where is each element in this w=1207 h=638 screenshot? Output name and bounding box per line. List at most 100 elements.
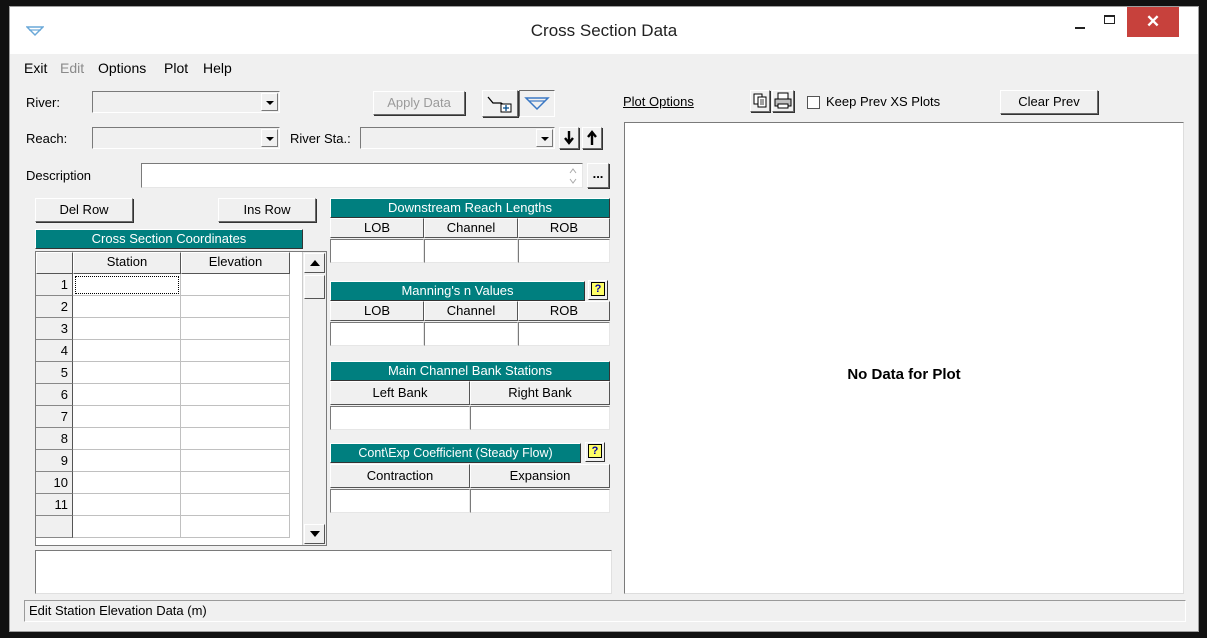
reach-dropdown-arrow-icon[interactable] bbox=[261, 129, 278, 147]
row-number: 3 bbox=[36, 318, 73, 340]
mannings-rob-input[interactable] bbox=[518, 322, 610, 346]
plot-options-link[interactable]: Plot Options bbox=[623, 94, 694, 109]
row-number: 4 bbox=[36, 340, 73, 362]
description-spin-icon[interactable] bbox=[568, 166, 578, 186]
next-station-down-button[interactable] bbox=[559, 127, 579, 149]
row-number: 6 bbox=[36, 384, 73, 406]
elevation-cell[interactable] bbox=[181, 296, 290, 318]
mannings-help-icon[interactable]: ? bbox=[588, 280, 608, 300]
close-button[interactable]: ✕ bbox=[1127, 7, 1179, 37]
station-cell[interactable] bbox=[73, 516, 181, 538]
mannings-lob-input[interactable] bbox=[330, 322, 424, 346]
left-bank-header: Left Bank bbox=[330, 381, 470, 405]
station-cell[interactable] bbox=[73, 362, 181, 384]
elevation-cell[interactable] bbox=[181, 274, 290, 296]
station-cell[interactable] bbox=[73, 450, 181, 472]
ins-row-button[interactable]: Ins Row bbox=[218, 198, 316, 222]
mannings-channel-header: Channel bbox=[424, 301, 518, 321]
del-row-button[interactable]: Del Row bbox=[35, 198, 133, 222]
reach-lob-input[interactable] bbox=[330, 239, 424, 263]
elevation-cell[interactable] bbox=[181, 384, 290, 406]
scroll-thumb[interactable] bbox=[304, 275, 325, 299]
arrow-up-icon bbox=[587, 130, 597, 145]
reach-rob-input[interactable] bbox=[518, 239, 610, 263]
row-number: 5 bbox=[36, 362, 73, 384]
reach-channel-input[interactable] bbox=[424, 239, 518, 263]
downstream-reach-lengths-header: Downstream Reach Lengths bbox=[330, 198, 610, 218]
description-field[interactable] bbox=[141, 163, 583, 188]
reach-lob-header: LOB bbox=[330, 218, 424, 238]
reach-label: Reach: bbox=[26, 131, 68, 146]
elevation-cell[interactable] bbox=[181, 450, 290, 472]
station-cell[interactable] bbox=[73, 406, 181, 428]
clear-prev-button[interactable]: Clear Prev bbox=[1000, 90, 1098, 114]
maximize-button[interactable] bbox=[1096, 7, 1124, 37]
grid-vertical-scrollbar[interactable] bbox=[302, 252, 326, 545]
row-number: 7 bbox=[36, 406, 73, 428]
elevation-cell[interactable] bbox=[181, 340, 290, 362]
row-number: 1 bbox=[36, 274, 73, 296]
scroll-up-icon[interactable] bbox=[304, 253, 325, 273]
reach-combo[interactable] bbox=[92, 127, 280, 149]
river-combo[interactable] bbox=[92, 91, 280, 113]
right-bank-input[interactable] bbox=[470, 406, 610, 430]
river-sta-combo[interactable] bbox=[360, 127, 555, 149]
elevation-cell[interactable] bbox=[181, 472, 290, 494]
station-cell[interactable] bbox=[73, 494, 181, 516]
station-cell[interactable] bbox=[73, 318, 181, 340]
menu-help[interactable]: Help bbox=[203, 60, 232, 76]
station-cell[interactable] bbox=[73, 340, 181, 362]
elevation-column-header: Elevation bbox=[181, 252, 290, 274]
minimize-icon bbox=[1075, 27, 1085, 29]
river-sta-label: River Sta.: bbox=[290, 131, 351, 146]
river-sta-dropdown-arrow-icon[interactable] bbox=[536, 129, 553, 147]
river-dropdown-arrow-icon[interactable] bbox=[261, 93, 278, 111]
cont-exp-help-icon[interactable]: ? bbox=[585, 442, 605, 462]
mannings-n-header: Manning's n Values bbox=[330, 281, 585, 301]
scroll-down-icon[interactable] bbox=[304, 524, 325, 544]
xs-coords-grid[interactable]: Station Elevation 1 2 3 4 5 6 7 8 9 10 1… bbox=[35, 251, 327, 546]
apply-data-button[interactable]: Apply Data bbox=[373, 91, 465, 115]
left-bank-input[interactable] bbox=[330, 406, 470, 430]
row-number: 11 bbox=[36, 494, 73, 516]
menu-edit[interactable]: Edit bbox=[60, 60, 84, 76]
prev-station-up-button[interactable] bbox=[582, 127, 602, 149]
elevation-cell[interactable] bbox=[181, 428, 290, 450]
water-surface-icon bbox=[524, 97, 550, 111]
keep-prev-checkbox[interactable] bbox=[807, 96, 820, 109]
row-number bbox=[36, 516, 73, 538]
water-level-tool-button[interactable] bbox=[519, 90, 555, 117]
station-cell-active[interactable] bbox=[73, 274, 181, 296]
station-cell[interactable] bbox=[73, 472, 181, 494]
plot-area[interactable]: No Data for Plot bbox=[624, 122, 1184, 594]
status-bar: Edit Station Elevation Data (m) bbox=[24, 600, 1186, 622]
add-point-tool-button[interactable] bbox=[482, 90, 518, 117]
title-bar[interactable]: Cross Section Data ✕ bbox=[10, 7, 1198, 54]
elevation-cell[interactable] bbox=[181, 318, 290, 340]
elevation-cell[interactable] bbox=[181, 516, 290, 538]
copy-plot-button[interactable] bbox=[750, 90, 770, 112]
menu-plot[interactable]: Plot bbox=[164, 60, 188, 76]
print-plot-button[interactable] bbox=[772, 90, 794, 112]
mannings-channel-input[interactable] bbox=[424, 322, 518, 346]
menu-exit[interactable]: Exit bbox=[24, 60, 47, 76]
cursor-point-icon bbox=[487, 96, 512, 113]
arrow-down-icon bbox=[564, 131, 574, 145]
elevation-cell[interactable] bbox=[181, 494, 290, 516]
menu-options[interactable]: Options bbox=[98, 60, 146, 76]
elevation-cell[interactable] bbox=[181, 362, 290, 384]
station-cell[interactable] bbox=[73, 428, 181, 450]
description-ellipsis-button[interactable]: ... bbox=[587, 163, 609, 188]
elevation-cell[interactable] bbox=[181, 406, 290, 428]
close-icon: ✕ bbox=[1145, 12, 1161, 31]
description-label: Description bbox=[26, 168, 92, 183]
station-cell[interactable] bbox=[73, 384, 181, 406]
station-cell[interactable] bbox=[73, 296, 181, 318]
mannings-rob-header: ROB bbox=[518, 301, 610, 321]
reach-rob-header: ROB bbox=[518, 218, 610, 238]
expansion-input[interactable] bbox=[470, 489, 610, 513]
minimize-button[interactable] bbox=[1067, 7, 1093, 37]
contraction-input[interactable] bbox=[330, 489, 470, 513]
right-bank-header: Right Bank bbox=[470, 381, 610, 405]
copy-icon bbox=[753, 93, 767, 108]
